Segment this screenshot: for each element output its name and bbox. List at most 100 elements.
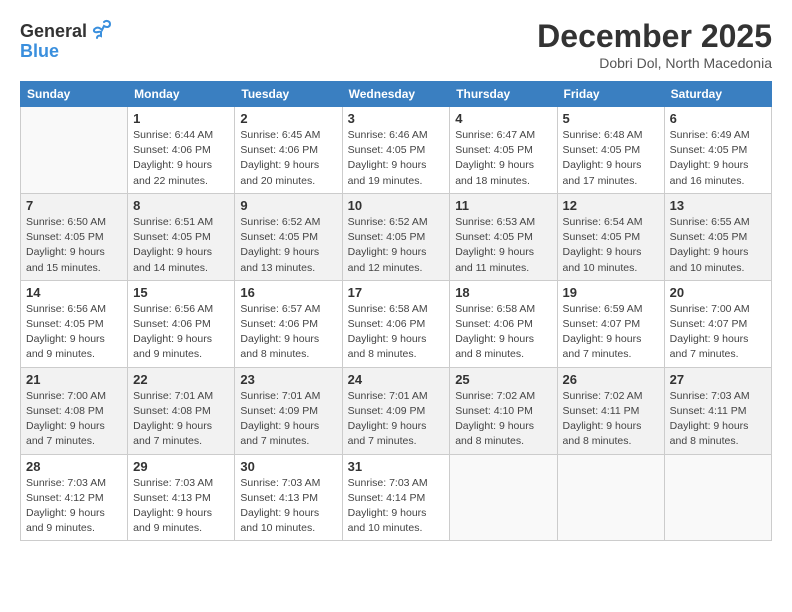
day-number: 6 — [670, 111, 766, 126]
day-info: Sunrise: 6:54 AMSunset: 4:05 PMDaylight:… — [563, 215, 659, 276]
day-number: 17 — [348, 285, 445, 300]
calendar-cell: 3 Sunrise: 6:46 AMSunset: 4:05 PMDaylight… — [342, 107, 450, 194]
day-info: Sunrise: 6:57 AMSunset: 4:06 PMDaylight:… — [240, 302, 336, 363]
day-info: Sunrise: 6:44 AMSunset: 4:06 PMDaylight:… — [133, 128, 229, 189]
calendar-cell — [664, 454, 771, 541]
day-number: 21 — [26, 372, 122, 387]
day-info: Sunrise: 7:00 AMSunset: 4:07 PMDaylight:… — [670, 302, 766, 363]
calendar-header-row: Sunday Monday Tuesday Wednesday Thursday… — [21, 82, 772, 107]
header-sunday: Sunday — [21, 82, 128, 107]
day-number: 25 — [455, 372, 551, 387]
logo-bird-icon — [90, 18, 112, 40]
calendar-cell: 10 Sunrise: 6:52 AMSunset: 4:05 PMDayligh… — [342, 193, 450, 280]
calendar-cell: 22 Sunrise: 7:01 AMSunset: 4:08 PMDayligh… — [128, 367, 235, 454]
day-number: 13 — [670, 198, 766, 213]
page-container: General Blue December 2025 Dobri Dol, No… — [0, 0, 792, 551]
header-monday: Monday — [128, 82, 235, 107]
day-number: 5 — [563, 111, 659, 126]
day-info: Sunrise: 6:53 AMSunset: 4:05 PMDaylight:… — [455, 215, 551, 276]
calendar-cell: 24 Sunrise: 7:01 AMSunset: 4:09 PMDayligh… — [342, 367, 450, 454]
header-wednesday: Wednesday — [342, 82, 450, 107]
calendar-cell — [450, 454, 557, 541]
calendar-cell: 28 Sunrise: 7:03 AMSunset: 4:12 PMDayligh… — [21, 454, 128, 541]
day-number: 24 — [348, 372, 445, 387]
day-info: Sunrise: 7:01 AMSunset: 4:08 PMDaylight:… — [133, 389, 229, 450]
day-info: Sunrise: 6:52 AMSunset: 4:05 PMDaylight:… — [240, 215, 336, 276]
day-info: Sunrise: 6:46 AMSunset: 4:05 PMDaylight:… — [348, 128, 445, 189]
calendar-cell: 27 Sunrise: 7:03 AMSunset: 4:11 PMDayligh… — [664, 367, 771, 454]
day-info: Sunrise: 7:01 AMSunset: 4:09 PMDaylight:… — [240, 389, 336, 450]
calendar-cell: 25Sunrise: 7:02 AMSunset: 4:10 PMDayligh… — [450, 367, 557, 454]
day-number: 18 — [455, 285, 551, 300]
location: Dobri Dol, North Macedonia — [537, 55, 772, 71]
day-info: Sunrise: 7:03 AMSunset: 4:11 PMDaylight:… — [670, 389, 766, 450]
day-info: Sunrise: 7:01 AMSunset: 4:09 PMDaylight:… — [348, 389, 445, 450]
day-number: 30 — [240, 459, 336, 474]
calendar-cell: 23 Sunrise: 7:01 AMSunset: 4:09 PMDayligh… — [235, 367, 342, 454]
day-info: Sunrise: 6:56 AMSunset: 4:06 PMDaylight:… — [133, 302, 229, 363]
header-saturday: Saturday — [664, 82, 771, 107]
day-info: Sunrise: 6:51 AMSunset: 4:05 PMDaylight:… — [133, 215, 229, 276]
calendar-cell: 29 Sunrise: 7:03 AMSunset: 4:13 PMDayligh… — [128, 454, 235, 541]
day-number: 27 — [670, 372, 766, 387]
calendar-cell: 2Sunrise: 6:45 AMSunset: 4:06 PMDaylight… — [235, 107, 342, 194]
day-info: Sunrise: 6:58 AMSunset: 4:06 PMDaylight:… — [348, 302, 445, 363]
logo: General Blue — [20, 18, 112, 62]
day-number: 10 — [348, 198, 445, 213]
day-number: 1 — [133, 111, 229, 126]
day-info: Sunrise: 7:03 AMSunset: 4:12 PMDaylight:… — [26, 476, 122, 537]
day-info: Sunrise: 7:03 AMSunset: 4:13 PMDaylight:… — [240, 476, 336, 537]
calendar-cell: 6 Sunrise: 6:49 AMSunset: 4:05 PMDaylight… — [664, 107, 771, 194]
day-number: 31 — [348, 459, 445, 474]
day-number: 14 — [26, 285, 122, 300]
day-info: Sunrise: 6:47 AMSunset: 4:05 PMDaylight:… — [455, 128, 551, 189]
day-info: Sunrise: 6:49 AMSunset: 4:05 PMDaylight:… — [670, 128, 766, 189]
day-info: Sunrise: 6:59 AMSunset: 4:07 PMDaylight:… — [563, 302, 659, 363]
calendar-week-row: 21 Sunrise: 7:00 AMSunset: 4:08 PMDayligh… — [21, 367, 772, 454]
calendar-cell: 26Sunrise: 7:02 AMSunset: 4:11 PMDayligh… — [557, 367, 664, 454]
day-number: 7 — [26, 198, 122, 213]
calendar-cell: 15 Sunrise: 6:56 AMSunset: 4:06 PMDayligh… — [128, 280, 235, 367]
day-info: Sunrise: 6:50 AMSunset: 4:05 PMDaylight:… — [26, 215, 122, 276]
calendar-cell: 16 Sunrise: 6:57 AMSunset: 4:06 PMDayligh… — [235, 280, 342, 367]
day-number: 9 — [240, 198, 336, 213]
day-info: Sunrise: 6:52 AMSunset: 4:05 PMDaylight:… — [348, 215, 445, 276]
header-tuesday: Tuesday — [235, 82, 342, 107]
calendar-cell: 14 Sunrise: 6:56 AMSunset: 4:05 PMDayligh… — [21, 280, 128, 367]
calendar-week-row: 14 Sunrise: 6:56 AMSunset: 4:05 PMDayligh… — [21, 280, 772, 367]
calendar-cell: 31Sunrise: 7:03 AMSunset: 4:14 PMDayligh… — [342, 454, 450, 541]
calendar-cell: 8Sunrise: 6:51 AMSunset: 4:05 PMDaylight… — [128, 193, 235, 280]
calendar-cell: 7 Sunrise: 6:50 AMSunset: 4:05 PMDaylight… — [21, 193, 128, 280]
calendar-cell: 21 Sunrise: 7:00 AMSunset: 4:08 PMDayligh… — [21, 367, 128, 454]
day-number: 2 — [240, 111, 336, 126]
day-info: Sunrise: 7:00 AMSunset: 4:08 PMDaylight:… — [26, 389, 122, 450]
day-number: 26 — [563, 372, 659, 387]
calendar-table: Sunday Monday Tuesday Wednesday Thursday… — [20, 81, 772, 541]
day-number: 3 — [348, 111, 445, 126]
day-number: 11 — [455, 198, 551, 213]
day-info: Sunrise: 7:03 AMSunset: 4:13 PMDaylight:… — [133, 476, 229, 537]
day-info: Sunrise: 6:48 AMSunset: 4:05 PMDaylight:… — [563, 128, 659, 189]
header-thursday: Thursday — [450, 82, 557, 107]
calendar-cell: 18 Sunrise: 6:58 AMSunset: 4:06 PMDayligh… — [450, 280, 557, 367]
day-info: Sunrise: 6:56 AMSunset: 4:05 PMDaylight:… — [26, 302, 122, 363]
day-info: Sunrise: 6:58 AMSunset: 4:06 PMDaylight:… — [455, 302, 551, 363]
day-number: 15 — [133, 285, 229, 300]
day-number: 29 — [133, 459, 229, 474]
calendar-cell: 1 Sunrise: 6:44 AMSunset: 4:06 PMDaylight… — [128, 107, 235, 194]
day-number: 28 — [26, 459, 122, 474]
logo-blue: Blue — [20, 41, 59, 62]
day-number: 20 — [670, 285, 766, 300]
calendar-week-row: 7 Sunrise: 6:50 AMSunset: 4:05 PMDaylight… — [21, 193, 772, 280]
day-number: 23 — [240, 372, 336, 387]
calendar-cell — [21, 107, 128, 194]
day-number: 19 — [563, 285, 659, 300]
calendar-cell: 30 Sunrise: 7:03 AMSunset: 4:13 PMDayligh… — [235, 454, 342, 541]
day-number: 16 — [240, 285, 336, 300]
calendar-cell — [557, 454, 664, 541]
header-friday: Friday — [557, 82, 664, 107]
day-number: 22 — [133, 372, 229, 387]
calendar-cell: 19 Sunrise: 6:59 AMSunset: 4:07 PMDayligh… — [557, 280, 664, 367]
day-info: Sunrise: 6:55 AMSunset: 4:05 PMDaylight:… — [670, 215, 766, 276]
calendar-cell: 12Sunrise: 6:54 AMSunset: 4:05 PMDayligh… — [557, 193, 664, 280]
